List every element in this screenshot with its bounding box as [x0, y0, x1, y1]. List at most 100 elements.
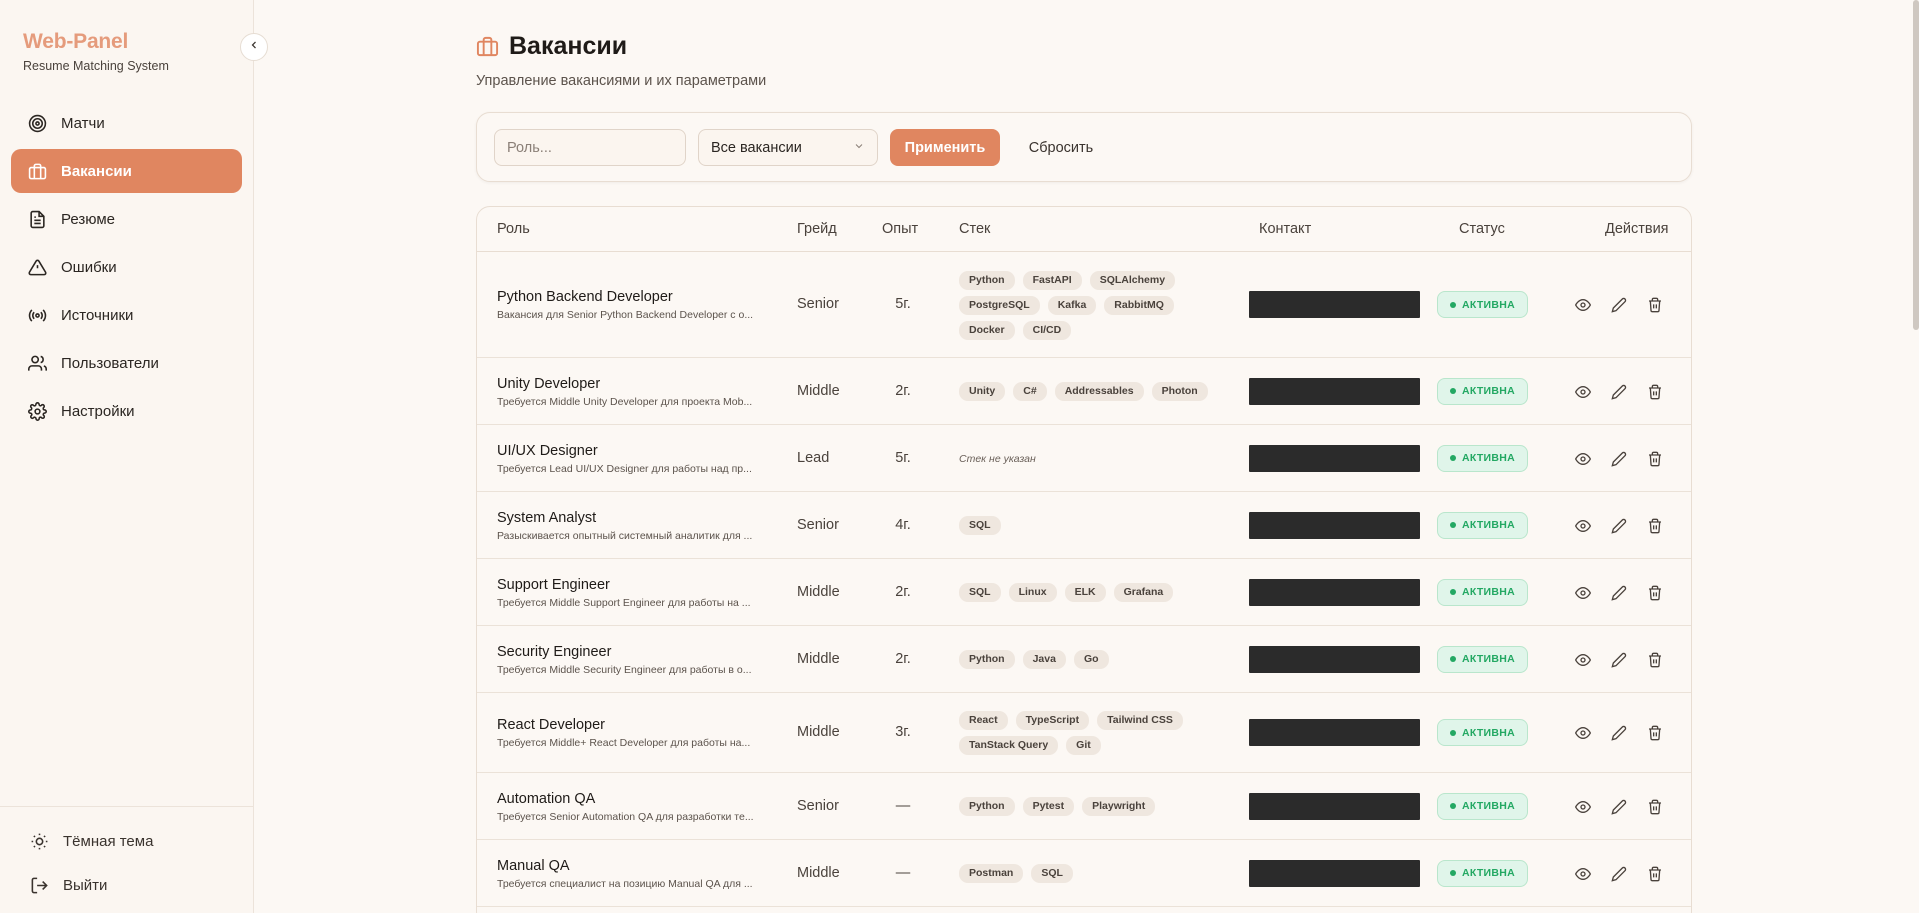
status-label: АКТИВНА [1461, 298, 1516, 311]
status-badge: АКТИВНА [1437, 377, 1528, 405]
status-dot [1449, 729, 1456, 736]
contact-redacted [1249, 444, 1420, 472]
sidebar-item-settings[interactable]: Настройки [11, 389, 242, 433]
experience-cell: 4г. [895, 516, 911, 533]
table-row[interactable]: Manual QA Требуется специалист на позици… [477, 840, 1691, 907]
page-scrollbar[interactable] [1913, 0, 1919, 330]
edit-icon[interactable] [1610, 865, 1628, 883]
briefcase-icon [27, 161, 47, 181]
table-row[interactable]: UI/UX Designer Требуется Lead UI/UX Desi… [477, 425, 1691, 492]
table-row[interactable]: Unity Developer Требуется Middle Unity D… [477, 358, 1691, 425]
status-badge: АКТИВНА [1437, 719, 1528, 746]
sidebar-item-vacancies[interactable]: Вакансии [11, 149, 242, 193]
status-dot [1449, 589, 1456, 595]
view-icon[interactable] [1574, 584, 1592, 602]
row-actions [1574, 450, 1664, 468]
delete-icon[interactable] [1646, 450, 1664, 468]
delete-icon[interactable] [1646, 584, 1664, 602]
delete-icon[interactable] [1646, 296, 1664, 314]
sidebar-item-label: Настройки [61, 402, 135, 420]
experience-cell: 2г. [895, 583, 911, 600]
vacancy-filter-select[interactable]: Все вакансии [698, 129, 878, 166]
edit-icon[interactable] [1610, 383, 1628, 401]
gear-icon [27, 401, 47, 421]
view-icon[interactable] [1574, 798, 1592, 816]
sidebar-item-matches[interactable]: Матчи [11, 101, 242, 145]
stack-tag: React [959, 711, 1008, 730]
delete-icon[interactable] [1646, 865, 1664, 883]
sidebar-item-users[interactable]: Пользователи [11, 341, 242, 385]
view-icon[interactable] [1574, 651, 1592, 669]
chevron-left-icon [248, 38, 260, 56]
stack-tag: Playwright [1082, 797, 1156, 816]
view-icon[interactable] [1574, 724, 1592, 742]
grade-cell: Middle [797, 583, 840, 600]
sidebar-item-errors[interactable]: Ошибки [11, 245, 242, 289]
stack-cell: Python FastAPI SQLAlchemy PostgreSQL Kafka Ra… [959, 270, 1209, 340]
view-icon[interactable] [1574, 865, 1592, 883]
edit-icon[interactable] [1610, 651, 1628, 669]
edit-icon[interactable] [1610, 296, 1628, 314]
view-icon[interactable] [1574, 450, 1592, 468]
table-row[interactable]: Automation QA Требуется Senior Automatio… [477, 773, 1691, 840]
role-description: Требуется специалист на позицию Manual Q… [497, 877, 753, 890]
view-icon[interactable] [1574, 517, 1592, 535]
stack-tag: Java [1022, 650, 1066, 669]
delete-icon[interactable] [1646, 651, 1664, 669]
role-cell: React Developer Требуется Middle+ React … [497, 717, 759, 749]
logout-button[interactable]: Выйти [0, 863, 254, 907]
edit-icon[interactable] [1610, 798, 1628, 816]
stack-tag: RabbitMQ [1104, 295, 1174, 315]
sidebar-footer: Тёмная тема Выйти [0, 806, 254, 907]
edit-icon[interactable] [1610, 584, 1628, 602]
view-icon[interactable] [1574, 296, 1592, 314]
column-header-role: Роль [497, 221, 530, 237]
table-row[interactable]: Support Engineer Требуется Middle Suppor… [477, 559, 1691, 626]
stack-cell: Python Java Go [959, 650, 1209, 669]
table-row[interactable]: Python Backend Developer Вакансия для Se… [477, 252, 1691, 358]
stack-tag: Linux [1008, 583, 1057, 602]
edit-icon[interactable] [1610, 517, 1628, 535]
grade-cell: Senior [797, 296, 839, 312]
role-description: Требуется Middle Support Engineer для ра… [497, 596, 751, 609]
table-row[interactable]: Security Engineer Требуется Middle Secur… [477, 626, 1691, 693]
stack-tag: TypeScript [1015, 711, 1090, 730]
table-row[interactable]: System Analyst Разыскивается опытный сис… [477, 492, 1691, 559]
stack-cell: Postman SQL [959, 864, 1209, 883]
sidebar-item-label: Источники [61, 306, 134, 324]
edit-icon[interactable] [1610, 724, 1628, 742]
experience-cell: 2г. [895, 650, 911, 667]
view-icon[interactable] [1574, 383, 1592, 401]
edit-icon[interactable] [1610, 450, 1628, 468]
status-badge: АКТИВНА [1437, 444, 1528, 472]
stack-cell: React TypeScript Tailwind CSS TanStack Quer… [959, 711, 1209, 755]
contact-redacted [1249, 511, 1420, 539]
sidebar-item-resumes[interactable]: Резюме [11, 197, 242, 241]
logout-label: Выйти [63, 876, 108, 894]
role-description: Требуется Middle+ React Developer для ра… [497, 737, 751, 749]
role-title: Manual QA [497, 857, 570, 874]
status-label: АКТИВНА [1461, 452, 1516, 464]
apply-button[interactable]: Применить [890, 129, 1000, 166]
role-title: Security Engineer [497, 643, 612, 660]
delete-icon[interactable] [1646, 517, 1664, 535]
sidebar-item-sources[interactable]: Источники [11, 293, 242, 337]
column-header-contact: Контакт [1259, 221, 1312, 237]
table-row[interactable]: React Developer Требуется Middle+ React … [477, 693, 1691, 773]
stack-tag: Addressables [1054, 382, 1144, 401]
experience-cell: 5г. [895, 296, 911, 312]
stack-tag: SQL [1031, 864, 1073, 883]
sidebar-collapse-button[interactable] [240, 33, 268, 61]
users-icon [27, 353, 47, 373]
row-actions [1574, 798, 1664, 816]
delete-icon[interactable] [1646, 724, 1664, 742]
reset-button[interactable]: Сбросить [1012, 129, 1110, 166]
delete-icon[interactable] [1646, 383, 1664, 401]
status-dot [1449, 455, 1456, 461]
table-header: Роль Грейд Опыт Стек Контакт Статус Дейс… [477, 207, 1691, 252]
stack-cell: SQL [959, 516, 1209, 535]
delete-icon[interactable] [1646, 798, 1664, 816]
stack-tag: Grafana [1113, 583, 1174, 602]
theme-toggle[interactable]: Тёмная тема [0, 819, 254, 863]
role-search-input[interactable] [494, 129, 686, 166]
